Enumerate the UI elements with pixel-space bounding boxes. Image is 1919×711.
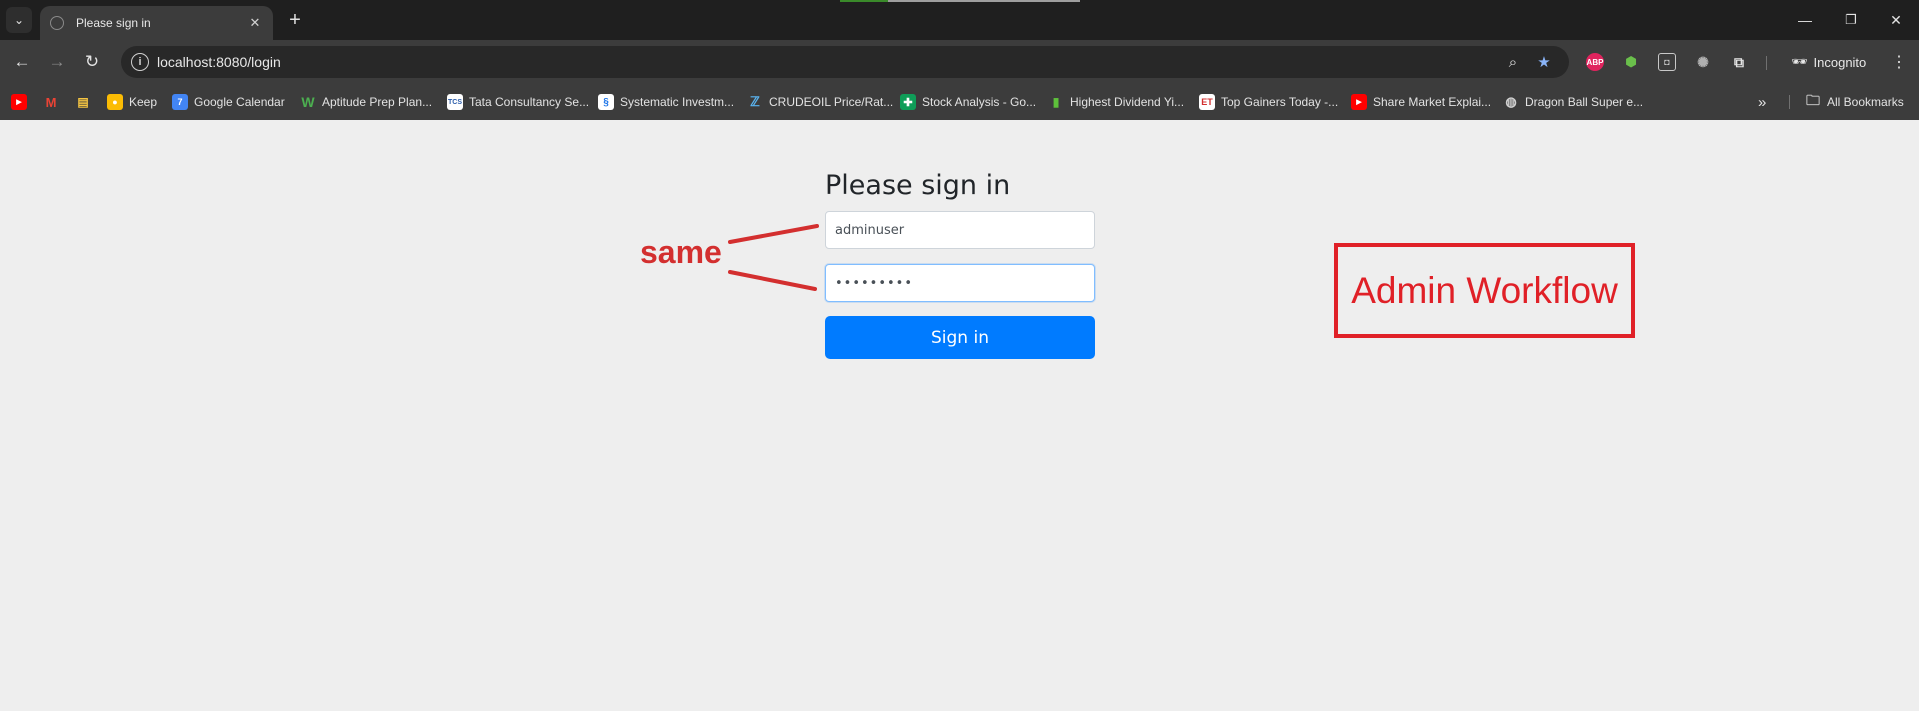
crude-icon: ℤ: [750, 94, 760, 109]
bookmark-item[interactable]: ✚ Stock Analysis - Go...: [900, 91, 1036, 113]
sign-in-button[interactable]: Sign in: [825, 316, 1095, 359]
forward-button[interactable]: →: [44, 49, 70, 75]
bookmark-item[interactable]: ▤: [75, 91, 91, 113]
globe-icon: ◍: [1505, 94, 1517, 109]
divider: [1789, 95, 1790, 109]
bookmark-label: Dragon Ball Super e...: [1525, 95, 1644, 109]
bookmark-label: Aptitude Prep Plan...: [322, 95, 433, 109]
calendar-icon: 7: [172, 94, 188, 110]
folder-app-icon: ▤: [77, 95, 89, 109]
gmail-icon: M: [45, 94, 57, 110]
minimize-button[interactable]: —: [1790, 6, 1820, 34]
bookmark-star-icon[interactable]: ★: [1534, 52, 1554, 72]
close-window-button[interactable]: ✕: [1881, 6, 1911, 34]
back-button[interactable]: ←: [9, 49, 35, 75]
window-drag-indicator: [840, 0, 1080, 2]
address-bar[interactable]: i localhost:8080/login ⌕ ★: [121, 46, 1569, 78]
bookmark-item[interactable]: ▶: [11, 91, 27, 113]
tcs-icon: TCS: [447, 94, 463, 110]
annotation-line-password: [728, 270, 817, 291]
browser-toolbar: ← → ↻ i localhost:8080/login ⌕ ★ ABP ⬢ ◘…: [0, 40, 1919, 84]
bookmark-label: CRUDEOIL Price/Rat...: [769, 95, 894, 109]
incognito-badge[interactable]: 🕶 Incognito: [1781, 48, 1876, 76]
password-input[interactable]: [825, 264, 1095, 302]
bookmark-label: Highest Dividend Yi...: [1070, 95, 1185, 109]
incognito-icon: 🕶: [1791, 54, 1808, 69]
bookmark-item[interactable]: ◍ Dragon Ball Super e...: [1503, 91, 1643, 113]
bookmark-item[interactable]: § Systematic Investm...: [598, 91, 734, 113]
restore-button[interactable]: ❐: [1836, 6, 1866, 34]
annotation-same-label: same: [640, 234, 722, 270]
adblock-icon[interactable]: ABP: [1586, 53, 1604, 71]
close-tab-icon[interactable]: ✕: [247, 15, 263, 31]
bookmark-item[interactable]: ● Keep: [107, 91, 157, 113]
bookmark-item[interactable]: W Aptitude Prep Plan...: [300, 91, 432, 113]
page-content: Please sign in Sign in same Admin Workfl…: [0, 120, 1919, 711]
annotation-arrows: [728, 224, 819, 291]
bookmarks-bar: ▶ M ▤ ● Keep 7 Google Calendar W Aptitude P…: [0, 84, 1919, 120]
bookmark-label: Top Gainers Today -...: [1221, 95, 1339, 109]
bookmark-item[interactable]: ℤ CRUDEOIL Price/Rat...: [747, 91, 893, 113]
youtube-icon: ▶: [11, 94, 27, 110]
active-tab[interactable]: Please sign in ✕: [40, 6, 273, 40]
incognito-label: Incognito: [1813, 54, 1867, 70]
new-tab-button[interactable]: +: [281, 6, 309, 34]
bookmark-label: Systematic Investm...: [620, 95, 735, 109]
more-menu-icon[interactable]: ⋮: [1889, 49, 1909, 75]
extension-icon[interactable]: ⬢: [1622, 53, 1640, 71]
divider: [1766, 56, 1767, 70]
tab-strip: ⌄ Please sign in ✕ + — ❐ ✕: [0, 0, 1919, 40]
page-title: Please sign in: [825, 170, 1011, 201]
bookmark-item[interactable]: ET Top Gainers Today -...: [1199, 91, 1338, 113]
bookmark-item[interactable]: ▮ Highest Dividend Yi...: [1048, 91, 1184, 113]
url-text[interactable]: localhost:8080/login: [157, 54, 281, 70]
bookmark-item[interactable]: TCS Tata Consultancy Se...: [447, 91, 589, 113]
et-icon: ET: [1199, 94, 1215, 110]
bookmark-item[interactable]: 7 Google Calendar: [172, 91, 285, 113]
zoom-icon[interactable]: ⌕: [1503, 52, 1523, 72]
bookmark-label: Stock Analysis - Go...: [922, 95, 1037, 109]
keep-icon: ●: [107, 94, 123, 110]
bookmark-label: Share Market Explai...: [1373, 95, 1492, 109]
all-bookmarks-button[interactable]: 🗀 All Bookmarks: [1805, 91, 1904, 113]
more-bookmarks-icon[interactable]: »: [1758, 91, 1766, 113]
annotation-box: Admin Workflow: [1334, 243, 1635, 338]
tab-title: Please sign in: [76, 16, 151, 30]
bookmark-label: Keep: [129, 95, 158, 109]
annotation-box-label: Admin Workflow: [1351, 269, 1618, 311]
puzzle-icon[interactable]: ⧉: [1730, 53, 1748, 71]
reload-button[interactable]: ↻: [79, 49, 105, 75]
extension-icon[interactable]: ✺: [1694, 53, 1712, 71]
bookmark-item[interactable]: M: [43, 91, 59, 113]
sheets-icon: ✚: [900, 94, 916, 110]
annotation-line-username: [728, 224, 819, 244]
globe-icon: [50, 16, 64, 30]
tab-search-button[interactable]: ⌄: [6, 7, 32, 33]
extension-icon[interactable]: ◘: [1658, 53, 1676, 71]
all-bookmarks-label: All Bookmarks: [1827, 95, 1904, 109]
youtube-icon: ▶: [1351, 94, 1367, 110]
prep-icon: W: [301, 94, 315, 110]
username-input[interactable]: [825, 211, 1095, 249]
bar-chart-icon: ▮: [1052, 95, 1060, 109]
bookmark-item[interactable]: ▶ Share Market Explai...: [1351, 91, 1491, 113]
bookmark-label: Tata Consultancy Se...: [469, 95, 590, 109]
folder-icon: 🗀: [1806, 92, 1820, 108]
sip-icon: §: [598, 94, 614, 110]
bookmark-label: Google Calendar: [194, 95, 285, 109]
site-info-icon[interactable]: i: [131, 53, 149, 71]
